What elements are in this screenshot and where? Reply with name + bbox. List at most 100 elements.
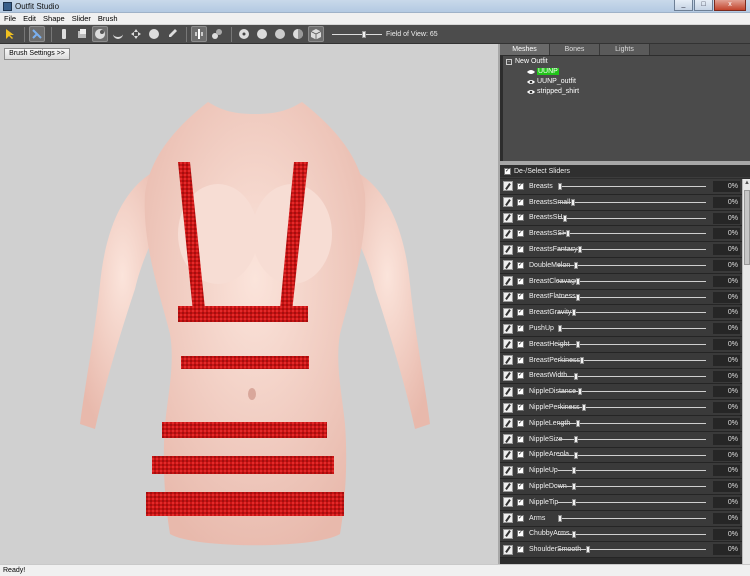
texture-toggle-button[interactable] — [308, 26, 324, 42]
slider-track[interactable] — [558, 514, 706, 522]
eye-icon[interactable] — [527, 69, 535, 75]
slider-track[interactable] — [558, 325, 706, 333]
edit-slider-icon[interactable] — [503, 323, 513, 334]
slider-value[interactable]: 0% — [713, 402, 740, 414]
slider-value[interactable]: 0% — [713, 323, 740, 335]
slider-track[interactable] — [558, 340, 706, 348]
edit-slider-icon[interactable] — [503, 307, 513, 318]
edit-slider-icon[interactable] — [503, 197, 513, 208]
slider-value[interactable]: 0% — [713, 433, 740, 445]
brush-deflate-button[interactable] — [110, 26, 126, 42]
tab-lights[interactable]: Lights — [600, 44, 650, 55]
slider-thumb[interactable] — [558, 514, 562, 522]
edit-slider-icon[interactable] — [503, 355, 513, 366]
slider-value[interactable]: 0% — [713, 465, 740, 477]
slider-checkbox[interactable]: ✓ — [517, 483, 524, 491]
edit-slider-icon[interactable] — [503, 481, 513, 492]
slider-checkbox[interactable]: ✓ — [517, 340, 524, 348]
slider-track[interactable] — [558, 498, 706, 506]
fov-slider-thumb[interactable] — [361, 30, 366, 38]
slider-track[interactable] — [558, 356, 706, 364]
slider-checkbox[interactable]: ✓ — [517, 293, 524, 301]
fov-slider[interactable] — [332, 30, 382, 39]
slider-checkbox[interactable]: ✓ — [517, 435, 524, 443]
slider-track[interactable] — [558, 214, 706, 222]
slider-track[interactable] — [558, 483, 706, 491]
slider-thumb[interactable] — [574, 261, 578, 269]
menu-slider[interactable]: Slider — [72, 14, 91, 23]
slider-value[interactable]: 0% — [713, 228, 740, 240]
brush-weight-button[interactable] — [164, 26, 180, 42]
slider-checkbox[interactable]: ✓ — [517, 404, 524, 412]
brush-unmask-button[interactable] — [74, 26, 90, 42]
slider-value[interactable]: 0% — [713, 544, 740, 556]
slider-checkbox[interactable]: ✓ — [517, 372, 524, 380]
edit-slider-icon[interactable] — [503, 276, 513, 287]
slider-track[interactable] — [558, 183, 706, 190]
slider-value[interactable]: 0% — [713, 512, 740, 524]
slider-thumb[interactable] — [574, 372, 578, 380]
menu-edit[interactable]: Edit — [23, 14, 36, 23]
edit-slider-icon[interactable] — [503, 402, 513, 413]
edit-slider-icon[interactable] — [503, 513, 513, 524]
slider-checkbox[interactable]: ✓ — [517, 198, 524, 206]
slider-thumb[interactable] — [582, 404, 586, 412]
slider-value[interactable]: 0% — [713, 338, 740, 350]
edit-slider-icon[interactable] — [503, 370, 513, 381]
mirror-toggle-button[interactable] — [191, 26, 207, 42]
tab-meshes[interactable]: Meshes — [500, 44, 550, 55]
slider-track[interactable] — [558, 198, 706, 206]
slider-value[interactable]: 0% — [713, 275, 740, 287]
scroll-up-icon[interactable]: ▲ — [743, 179, 750, 188]
slider-track[interactable] — [558, 388, 706, 396]
slider-checkbox[interactable]: ✓ — [517, 467, 524, 475]
slider-checkbox[interactable]: ✓ — [517, 530, 524, 538]
maximize-button[interactable]: □ — [694, 0, 713, 11]
brush-move-button[interactable] — [128, 26, 144, 42]
slider-checkbox[interactable]: ✓ — [517, 182, 524, 190]
edit-slider-icon[interactable] — [503, 291, 513, 302]
edit-slider-icon[interactable] — [503, 260, 513, 271]
slider-value[interactable]: 0% — [713, 370, 740, 382]
slider-track[interactable] — [558, 230, 706, 238]
slider-thumb[interactable] — [558, 325, 562, 333]
slider-checkbox[interactable]: ✓ — [517, 498, 524, 506]
slider-track[interactable] — [558, 435, 706, 443]
minimize-button[interactable]: _ — [674, 0, 693, 11]
connected-only-button[interactable] — [209, 26, 225, 42]
edit-slider-icon[interactable] — [503, 497, 513, 508]
slider-checkbox[interactable]: ✓ — [517, 230, 524, 238]
slider-thumb[interactable] — [574, 435, 578, 443]
slider-thumb[interactable] — [574, 451, 578, 459]
edit-slider-icon[interactable] — [503, 244, 513, 255]
slider-thumb[interactable] — [563, 214, 567, 222]
slider-thumb[interactable] — [572, 467, 576, 475]
slider-track[interactable] — [558, 372, 706, 380]
brush-mask-button[interactable] — [56, 26, 72, 42]
slider-checkbox[interactable]: ✓ — [517, 546, 524, 554]
slider-thumb[interactable] — [571, 198, 575, 206]
slider-track[interactable] — [558, 261, 706, 269]
slider-value[interactable]: 0% — [713, 307, 740, 319]
slider-thumb[interactable] — [578, 388, 582, 396]
scrollbar-thumb[interactable] — [744, 190, 750, 265]
shade-smooth-button[interactable] — [254, 26, 270, 42]
slider-checkbox[interactable]: ✓ — [517, 356, 524, 364]
slider-thumb[interactable] — [576, 340, 580, 348]
slider-value[interactable]: 0% — [713, 481, 740, 493]
tree-root[interactable]: − New Outfit — [506, 58, 548, 65]
edit-slider-icon[interactable] — [503, 449, 513, 460]
model-render[interactable] — [80, 94, 430, 564]
slider-thumb[interactable] — [566, 230, 570, 238]
edit-slider-icon[interactable] — [503, 228, 513, 239]
slider-thumb[interactable] — [576, 419, 580, 427]
edit-slider-icon[interactable] — [503, 212, 513, 223]
slider-value[interactable]: 0% — [713, 291, 740, 303]
select-tool-button[interactable] — [2, 26, 18, 42]
slider-checkbox[interactable]: ✓ — [517, 261, 524, 269]
slider-track[interactable] — [558, 451, 706, 459]
slider-value[interactable]: 0% — [713, 528, 740, 540]
slider-value[interactable]: 0% — [713, 259, 740, 271]
slider-thumb[interactable] — [576, 293, 580, 301]
transform-tool-button[interactable] — [29, 26, 45, 42]
